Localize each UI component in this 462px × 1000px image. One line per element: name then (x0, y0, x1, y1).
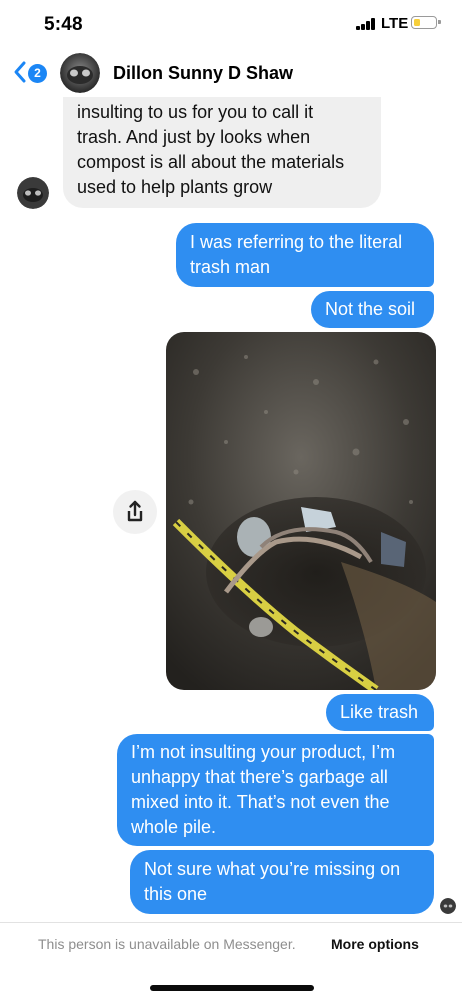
network-type: LTE (381, 15, 409, 32)
message-text-line: whole pile. (131, 817, 217, 837)
message-text-line: trash. And just by looks when (77, 127, 311, 147)
unavailable-note: This person is unavailable on Messenger. (38, 936, 296, 952)
share-icon (127, 500, 143, 522)
share-button[interactable] (113, 490, 157, 534)
message-text-line: trash man (190, 257, 271, 277)
outgoing-message[interactable]: Like trash (326, 694, 434, 731)
read-receipt-avatar (440, 898, 456, 914)
conversation-header: 2 Dillon Sunny D Shaw (0, 50, 462, 96)
home-indicator[interactable] (150, 985, 314, 991)
message-text-line: mixed into it. That’s not even the (131, 792, 390, 812)
status-time: 5:48 (44, 14, 83, 35)
avatar[interactable] (60, 53, 100, 93)
compost-photo (166, 332, 436, 690)
message-text-line: used to help plants grow (77, 177, 273, 197)
photo-message[interactable] (166, 332, 436, 690)
unread-badge[interactable]: 2 (28, 64, 47, 83)
outgoing-message[interactable]: Not the soil (311, 291, 434, 328)
message-text-line: Not the soil (325, 299, 416, 319)
status-bar: 5:48 LTE (0, 0, 462, 46)
message-text-line: this one (144, 884, 208, 904)
sender-avatar[interactable] (17, 177, 49, 209)
message-text-line: I was referring to the literal (190, 232, 403, 252)
contact-name[interactable]: Dillon Sunny D Shaw (113, 63, 293, 84)
message-text-line: compost is all about the materials (77, 152, 345, 172)
message-text-line: unhappy that there’s garbage all (131, 767, 388, 787)
chevron-left-icon[interactable] (12, 60, 28, 84)
outgoing-message[interactable]: I was referring to the literal trash man (176, 223, 434, 287)
more-options-link[interactable]: More options (331, 936, 419, 952)
battery-icon (411, 16, 441, 29)
message-text-line: Not sure what you’re missing on (144, 859, 401, 879)
outgoing-message[interactable]: Not sure what you’re missing on this one (130, 850, 434, 914)
incoming-message[interactable]: insulting to us for you to call it trash… (63, 97, 381, 208)
unavailable-footer: This person is unavailable on Messenger.… (0, 922, 462, 966)
signal-icon (356, 18, 376, 30)
message-text-line: Like trash (340, 702, 419, 722)
message-text-line: insulting to us for you to call it (77, 102, 314, 122)
outgoing-message[interactable]: I’m not insulting your product, I’m unha… (117, 734, 434, 846)
message-text-line: I’m not insulting your product, I’m (131, 742, 396, 762)
